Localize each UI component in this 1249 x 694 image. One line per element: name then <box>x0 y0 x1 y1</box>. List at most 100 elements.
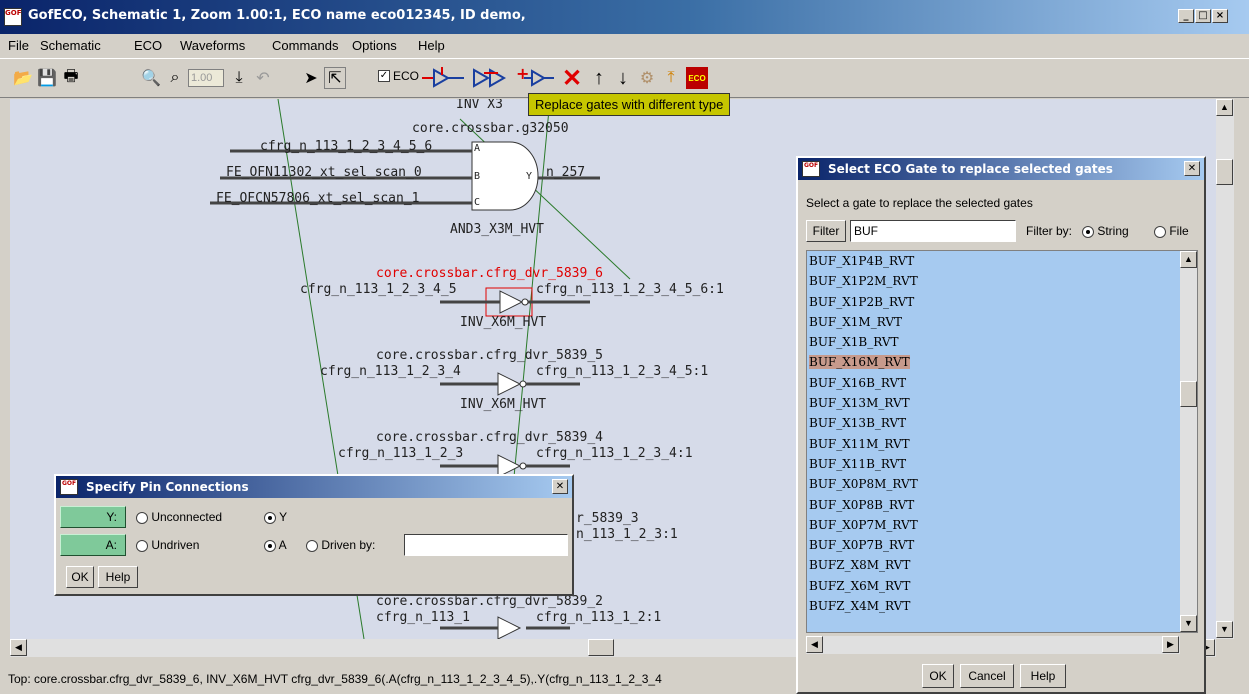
scroll-thumb[interactable] <box>1216 159 1233 185</box>
list-horizontal-scrollbar[interactable]: ◀ ▶ <box>806 636 1180 654</box>
close-icon[interactable]: ✕ <box>552 479 568 494</box>
delete-icon[interactable]: ✕ <box>560 65 584 92</box>
net-label: FE_OFN11302_xt_sel_scan_0 <box>226 165 422 180</box>
menu-commands[interactable]: Commands <box>272 38 338 53</box>
net-label: cfrg_n_113_1_2:1 <box>536 610 662 625</box>
down-arrow-icon[interactable]: ↓ <box>612 67 634 89</box>
driven-by-input[interactable] <box>404 534 568 556</box>
close-icon[interactable]: ✕ <box>1184 161 1200 176</box>
filter-input[interactable]: BUF <box>850 220 1016 242</box>
filter-file-option[interactable]: File <box>1154 224 1189 238</box>
list-item[interactable]: BUF_X13M_RVT <box>807 393 1197 413</box>
minimize-button[interactable]: _ <box>1178 9 1194 23</box>
gate-name: core.crossbar.cfrg_dvr_5839_2 <box>376 594 603 609</box>
eco-checkbox[interactable]: ✓ ECO <box>378 69 419 83</box>
upload-icon[interactable]: ⤒ <box>660 67 682 89</box>
eco-icon[interactable]: ECO <box>686 67 708 89</box>
list-item[interactable]: BUF_X1P2M_RVT <box>807 271 1197 291</box>
cell-type-label: INV_X6M_HVT <box>460 397 547 412</box>
filter-by-label: Filter by: <box>1026 224 1073 238</box>
a-driven-by-option[interactable]: Driven by: <box>306 538 375 552</box>
zoom-input[interactable]: 1.00 <box>188 69 224 87</box>
scroll-thumb[interactable] <box>1180 381 1197 407</box>
gear-icon[interactable]: ⚙ <box>636 67 658 89</box>
open-folder-icon[interactable]: 📂 <box>12 67 34 89</box>
menu-waveforms[interactable]: Waveforms <box>180 38 245 53</box>
y-pin-button[interactable]: Y: <box>60 506 126 528</box>
add-buffer-icon[interactable]: + <box>512 67 556 89</box>
list-item[interactable]: BUF_X13B_RVT <box>807 413 1197 433</box>
list-item[interactable]: BUF_X0P8M_RVT <box>807 474 1197 494</box>
zoom-out-icon[interactable]: ⌕ <box>164 67 186 89</box>
maximize-button[interactable]: □ <box>1195 9 1211 23</box>
list-item[interactable]: BUF_X0P7M_RVT <box>807 515 1197 535</box>
gate-name: BUF_X1B_RVT <box>809 335 899 350</box>
scroll-left-icon[interactable]: ◀ <box>806 636 823 653</box>
svg-text:+: + <box>516 67 529 83</box>
select-region-icon[interactable]: ⇱ <box>324 67 346 89</box>
radio-icon <box>264 539 276 552</box>
list-item[interactable]: BUFZ_X4M_RVT <box>807 596 1197 616</box>
menu-options[interactable]: Options <box>352 38 397 53</box>
list-item[interactable]: BUF_X11B_RVT <box>807 454 1197 474</box>
list-item[interactable]: BUF_X0P8B_RVT <box>807 495 1197 515</box>
gate-name: BUFZ_X8M_RVT <box>809 558 911 573</box>
vertical-scrollbar[interactable]: ▲ ▼ <box>1216 99 1234 639</box>
scroll-up-icon[interactable]: ▲ <box>1180 251 1197 268</box>
gate-list[interactable]: BUF_X1P4B_RVT BUF_X1P2M_RVT BUF_X1P2B_RVT B… <box>806 250 1198 633</box>
list-item[interactable]: BUF_X1M_RVT <box>807 312 1197 332</box>
save-icon[interactable]: 💾 <box>36 67 58 89</box>
ok-button[interactable]: OK <box>66 566 94 588</box>
undo-icon[interactable]: ↶ <box>252 67 274 89</box>
a-driven-by-label: Driven by: <box>321 538 376 552</box>
list-item[interactable]: BUF_X1P2B_RVT <box>807 292 1197 312</box>
list-scrollbar[interactable]: ▲ ▼ <box>1180 251 1197 632</box>
scroll-down-icon[interactable]: ▼ <box>1180 615 1197 632</box>
up-arrow-icon[interactable]: ↑ <box>588 67 610 89</box>
gate-name: BUF_X1M_RVT <box>809 314 902 329</box>
list-item[interactable]: BUF_X16M_RVT <box>807 352 1197 372</box>
menu-file[interactable]: File <box>8 38 29 53</box>
a-pin-option[interactable]: A <box>264 538 287 552</box>
list-item[interactable]: BUF_X11M_RVT <box>807 434 1197 454</box>
list-item[interactable]: BUF_X16B_RVT <box>807 373 1197 393</box>
print-icon[interactable]: 🖶 <box>60 67 82 89</box>
y-unconnected-option[interactable]: Unconnected <box>136 510 222 524</box>
scroll-up-icon[interactable]: ▲ <box>1216 99 1233 116</box>
scroll-thumb[interactable] <box>588 639 614 656</box>
list-item[interactable]: BUF_X1B_RVT <box>807 332 1197 352</box>
help-button[interactable]: Help <box>1020 664 1066 688</box>
filter-button[interactable]: Filter <box>806 220 846 242</box>
gate-name: BUF_X0P8M_RVT <box>809 477 918 492</box>
list-item[interactable]: BUF_X0P7B_RVT <box>807 535 1197 555</box>
help-button[interactable]: Help <box>98 566 138 588</box>
close-button[interactable]: × <box>1212 9 1228 23</box>
replace-gate-icon[interactable] <box>470 67 510 89</box>
list-item[interactable]: BUF_X1P4B_RVT <box>807 251 1197 271</box>
filter-file-label: File <box>1169 224 1189 238</box>
select-arrow-icon[interactable]: ➤ <box>300 67 322 89</box>
filter-string-option[interactable]: String <box>1082 224 1129 238</box>
menu-schematic[interactable]: Schematic <box>40 38 101 53</box>
download-icon[interactable]: ⤓ <box>228 67 250 89</box>
list-item[interactable]: BUFZ_X6M_RVT <box>807 576 1197 596</box>
net-label: FE_OFCN57806_xt_sel_scan_1 <box>216 191 420 206</box>
net-label: cfrg_n_113_1_2_3_4_5_6 <box>260 139 433 154</box>
cancel-button[interactable]: Cancel <box>960 664 1014 688</box>
select-eco-gate-dialog: Select ECO Gate to replace selected gate… <box>796 156 1206 694</box>
menu-eco[interactable]: ECO <box>134 38 162 53</box>
menu-help[interactable]: Help <box>418 38 445 53</box>
scroll-right-icon[interactable]: ▶ <box>1162 636 1179 653</box>
a-pin-button[interactable]: A: <box>60 534 126 556</box>
app-icon: GOF <box>60 479 78 495</box>
y-pin-option[interactable]: Y <box>264 510 287 524</box>
a-undriven-option[interactable]: Undriven <box>136 538 199 552</box>
gate-name: BUF_X16M_RVT <box>809 355 910 370</box>
ok-button[interactable]: OK <box>922 664 954 688</box>
zoom-in-icon[interactable]: 🔍 <box>140 67 162 89</box>
scroll-down-icon[interactable]: ▼ <box>1216 621 1233 638</box>
window-title: GofECO, Schematic 1, Zoom 1.00:1, ECO na… <box>28 8 526 23</box>
scroll-left-icon[interactable]: ◀ <box>10 639 27 656</box>
insert-gate-icon[interactable] <box>420 67 468 89</box>
list-item[interactable]: BUFZ_X8M_RVT <box>807 555 1197 575</box>
